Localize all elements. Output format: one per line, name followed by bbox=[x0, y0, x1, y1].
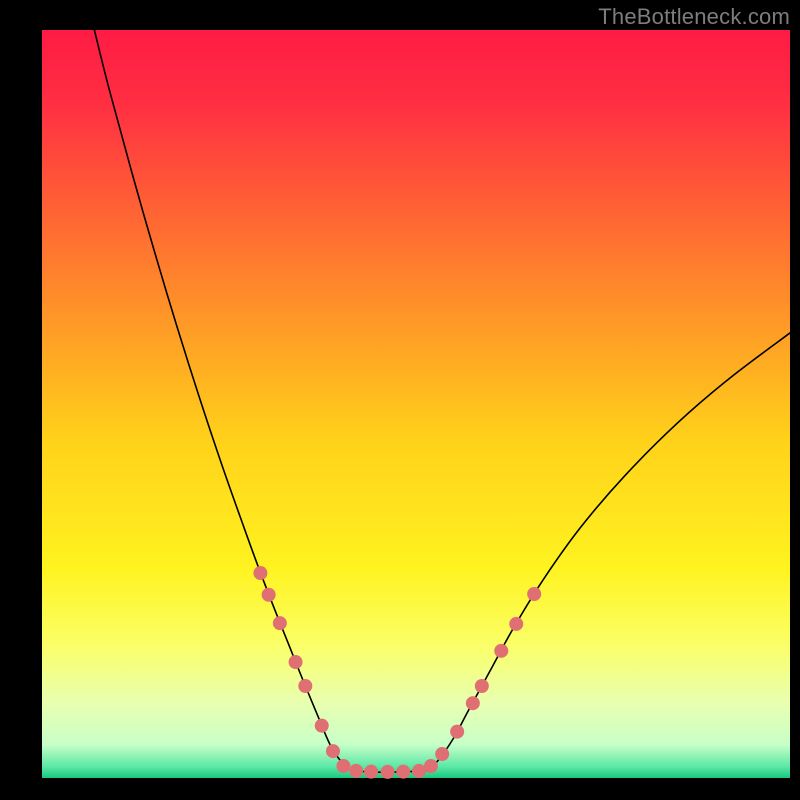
plot-background bbox=[42, 30, 790, 778]
dot-trough-dots-2 bbox=[381, 765, 395, 779]
dot-right-dots-3 bbox=[466, 696, 480, 710]
dot-left-dots-0 bbox=[253, 566, 267, 580]
dot-trough-dots-1 bbox=[364, 765, 378, 779]
dot-left-dots-5 bbox=[315, 719, 329, 733]
bottleneck-chart bbox=[0, 0, 800, 800]
dot-left-dots-2 bbox=[273, 616, 287, 630]
dot-right-dots-0 bbox=[424, 759, 438, 773]
chart-frame: TheBottleneck.com bbox=[0, 0, 800, 800]
dot-trough-dots-4 bbox=[412, 764, 426, 778]
dot-right-dots-5 bbox=[494, 644, 508, 658]
dot-trough-dots-0 bbox=[349, 764, 363, 778]
dot-right-dots-2 bbox=[450, 725, 464, 739]
dot-right-dots-4 bbox=[475, 679, 489, 693]
dot-left-dots-4 bbox=[298, 679, 312, 693]
dot-left-dots-3 bbox=[289, 655, 303, 669]
dot-left-dots-6 bbox=[326, 744, 340, 758]
dot-right-dots-6 bbox=[509, 617, 523, 631]
dot-trough-dots-3 bbox=[396, 765, 410, 779]
dot-right-dots-7 bbox=[527, 587, 541, 601]
dot-left-dots-1 bbox=[262, 588, 276, 602]
dot-left-dots-7 bbox=[336, 759, 350, 773]
dot-right-dots-1 bbox=[435, 747, 449, 761]
